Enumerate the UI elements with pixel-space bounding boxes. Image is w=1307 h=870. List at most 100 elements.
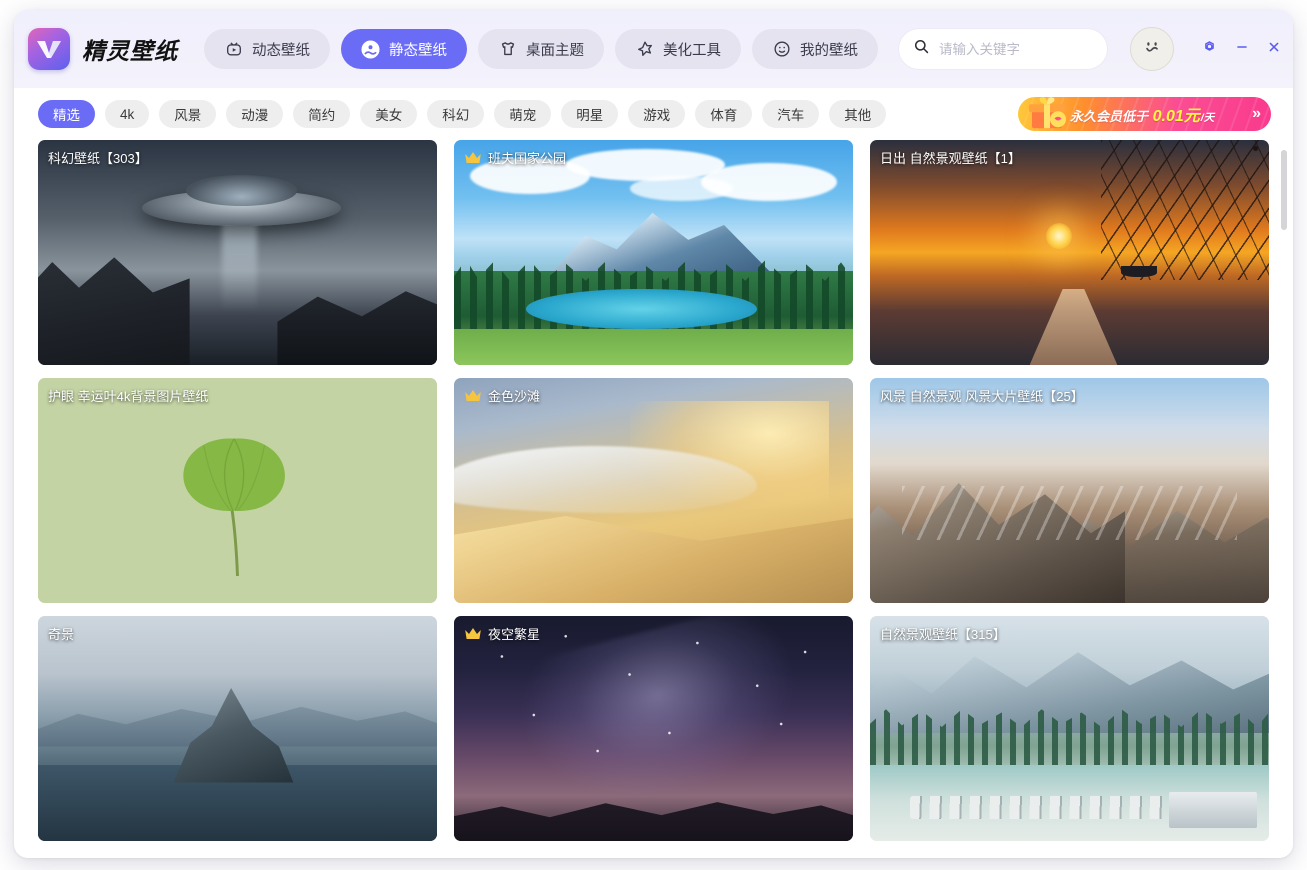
wallpaper-card[interactable]: 班夫国家公园 bbox=[454, 140, 853, 365]
wallpaper-card[interactable]: 日出 自然景观壁纸【1】 bbox=[870, 140, 1269, 365]
live-wallpaper-icon bbox=[224, 40, 243, 59]
tab-desktop-theme[interactable]: 桌面主题 bbox=[478, 29, 604, 69]
brand-name: 精灵壁纸 bbox=[82, 38, 178, 64]
tab-beautify-tool-label: 美化工具 bbox=[663, 42, 721, 59]
category-chip-label: 精选 bbox=[53, 108, 80, 123]
category-chip-beauty[interactable]: 美女 bbox=[360, 100, 418, 128]
category-chips: 精选 4k 风景 动漫 简约 美女 科幻 萌宠 明星 游戏 体育 汽车 其他 bbox=[38, 100, 887, 128]
category-chip-featured[interactable]: 精选 bbox=[38, 100, 95, 128]
beautify-tool-icon bbox=[635, 40, 654, 59]
wallpaper-card[interactable]: 金色沙滩 bbox=[454, 378, 853, 603]
category-chip-label: 风景 bbox=[174, 108, 202, 123]
category-chip-label: 汽车 bbox=[777, 108, 805, 123]
category-chip-cars[interactable]: 汽车 bbox=[762, 100, 820, 128]
vip-crown-icon bbox=[464, 388, 482, 403]
settings-button[interactable] bbox=[1196, 36, 1223, 63]
minimize-icon bbox=[1233, 38, 1251, 61]
wallpaper-title-text: 夜空繁星 bbox=[488, 627, 541, 642]
category-chip-label: 简约 bbox=[308, 108, 336, 123]
wallpaper-title-text: 护眼 幸运叶4k背景图片壁纸 bbox=[48, 389, 209, 404]
category-chip-label: 科幻 bbox=[442, 108, 470, 123]
wallpaper-thumbnail bbox=[38, 140, 437, 365]
search-box[interactable] bbox=[898, 28, 1108, 70]
vertical-scrollbar[interactable] bbox=[1281, 146, 1287, 852]
window-controls bbox=[1196, 36, 1287, 63]
main-nav-tabs: 动态壁纸 静态壁纸 桌面主题 美化工具 我的壁纸 bbox=[204, 29, 878, 69]
my-wallpaper-icon bbox=[772, 40, 791, 59]
category-chip-other[interactable]: 其他 bbox=[829, 100, 887, 128]
promo-unit: /天 bbox=[1200, 112, 1215, 124]
category-chip-label: 4k bbox=[120, 106, 135, 122]
tab-live-wallpaper[interactable]: 动态壁纸 bbox=[204, 29, 330, 69]
search-icon bbox=[913, 38, 930, 60]
wallpaper-card[interactable]: 奇景 bbox=[38, 616, 437, 841]
promo-text: 永久会员低于 0.01元/天 bbox=[1070, 102, 1214, 126]
category-chip-sports[interactable]: 体育 bbox=[695, 100, 753, 128]
tab-my-wallpaper[interactable]: 我的壁纸 bbox=[752, 29, 878, 69]
category-chip-landscape[interactable]: 风景 bbox=[159, 100, 217, 128]
wallpaper-card-title: 科幻壁纸【303】 bbox=[48, 148, 148, 167]
wallpaper-thumbnail bbox=[454, 378, 853, 603]
app-window: 精灵壁纸 动态壁纸 静态壁纸 桌面主题 美化工具 我的壁纸 请输入关键字 精选 … bbox=[14, 10, 1293, 858]
promo-arrow-icon: » bbox=[1252, 105, 1261, 122]
category-chip-anime[interactable]: 动漫 bbox=[226, 100, 284, 128]
category-filter-bar: 精选 4k 风景 动漫 简约 美女 科幻 萌宠 明星 游戏 体育 汽车 其他 永… bbox=[14, 88, 1293, 140]
wallpaper-title-text: 班夫国家公园 bbox=[488, 151, 567, 166]
ginkgo-leaf-icon bbox=[183, 438, 285, 577]
wallpaper-card[interactable]: 护眼 幸运叶4k背景图片壁纸 bbox=[38, 378, 437, 603]
category-chip-scifi[interactable]: 科幻 bbox=[427, 100, 485, 128]
vip-promo-banner[interactable]: 永久会员低于 0.01元/天 » bbox=[1018, 97, 1271, 131]
tab-static-wallpaper[interactable]: 静态壁纸 bbox=[341, 29, 467, 69]
category-chip-label: 动漫 bbox=[241, 108, 269, 123]
wallpaper-card-title: 金色沙滩 bbox=[464, 386, 540, 405]
wallpaper-card-title: 自然景观壁纸【315】 bbox=[880, 624, 1006, 643]
wallpaper-title-text: 风景 自然景观 风景大片壁纸【25】 bbox=[880, 389, 1084, 404]
category-chip-minimal[interactable]: 简约 bbox=[293, 100, 351, 128]
scrollbar-thumb[interactable] bbox=[1281, 150, 1287, 230]
app-header: 精灵壁纸 动态壁纸 静态壁纸 桌面主题 美化工具 我的壁纸 请输入关键字 bbox=[14, 10, 1293, 88]
category-chip-games[interactable]: 游戏 bbox=[628, 100, 686, 128]
app-logo bbox=[28, 28, 70, 70]
close-icon bbox=[1265, 38, 1283, 61]
wallpaper-title-text: 自然景观壁纸【315】 bbox=[880, 627, 1006, 642]
tab-beautify-tool[interactable]: 美化工具 bbox=[615, 29, 741, 69]
wallpaper-card[interactable]: 科幻壁纸【303】 bbox=[38, 140, 437, 365]
category-chip-4k[interactable]: 4k bbox=[105, 100, 150, 128]
wallpaper-card[interactable]: 夜空繁星 bbox=[454, 616, 853, 841]
category-chip-pets[interactable]: 萌宠 bbox=[494, 100, 552, 128]
category-chip-celebrity[interactable]: 明星 bbox=[561, 100, 619, 128]
tab-desktop-theme-label: 桌面主题 bbox=[526, 42, 584, 59]
wallpaper-card-title: 夜空繁星 bbox=[464, 624, 540, 643]
wallpaper-thumbnail bbox=[870, 378, 1269, 603]
search-area bbox=[898, 28, 1108, 70]
wallpaper-card-title: 护眼 幸运叶4k背景图片壁纸 bbox=[48, 386, 208, 405]
search-input[interactable] bbox=[939, 41, 1093, 57]
wallpaper-thumbnail bbox=[870, 140, 1269, 365]
wallpaper-thumbnail bbox=[454, 616, 853, 841]
close-button[interactable] bbox=[1260, 36, 1287, 63]
category-chip-label: 萌宠 bbox=[509, 108, 537, 123]
wallpaper-title-text: 金色沙滩 bbox=[488, 389, 541, 404]
wallpaper-card[interactable]: 风景 自然景观 风景大片壁纸【25】 bbox=[870, 378, 1269, 603]
user-avatar-button[interactable] bbox=[1130, 27, 1174, 71]
category-chip-label: 体育 bbox=[710, 108, 738, 123]
wallpaper-thumbnail bbox=[38, 378, 437, 603]
static-wallpaper-icon bbox=[361, 39, 380, 59]
wallpaper-grid: 科幻壁纸【303】 班夫国家公园 日出 自然景观壁纸【1】 护眼 幸运叶4k背景… bbox=[38, 140, 1269, 841]
wallpaper-card-title: 风景 自然景观 风景大片壁纸【25】 bbox=[880, 386, 1084, 405]
vip-crown-icon bbox=[464, 626, 482, 641]
category-chip-label: 美女 bbox=[375, 108, 403, 123]
w-logo-icon bbox=[36, 39, 62, 59]
wallpaper-card-title: 班夫国家公园 bbox=[464, 148, 566, 167]
wallpaper-thumbnail bbox=[38, 616, 437, 841]
gift-box-icon bbox=[1024, 97, 1070, 131]
minimize-button[interactable] bbox=[1228, 36, 1255, 63]
wallpaper-title-text: 科幻壁纸【303】 bbox=[48, 151, 148, 166]
gear-icon bbox=[1200, 37, 1219, 61]
vip-crown-icon bbox=[464, 150, 482, 165]
wallpaper-grid-scroll[interactable]: 科幻壁纸【303】 班夫国家公园 日出 自然景观壁纸【1】 护眼 幸运叶4k背景… bbox=[14, 140, 1293, 858]
wallpaper-card-title: 日出 自然景观壁纸【1】 bbox=[880, 148, 1021, 167]
wallpaper-thumbnail bbox=[454, 140, 853, 365]
tab-static-wallpaper-label: 静态壁纸 bbox=[389, 42, 447, 59]
wallpaper-card[interactable]: 自然景观壁纸【315】 bbox=[870, 616, 1269, 841]
